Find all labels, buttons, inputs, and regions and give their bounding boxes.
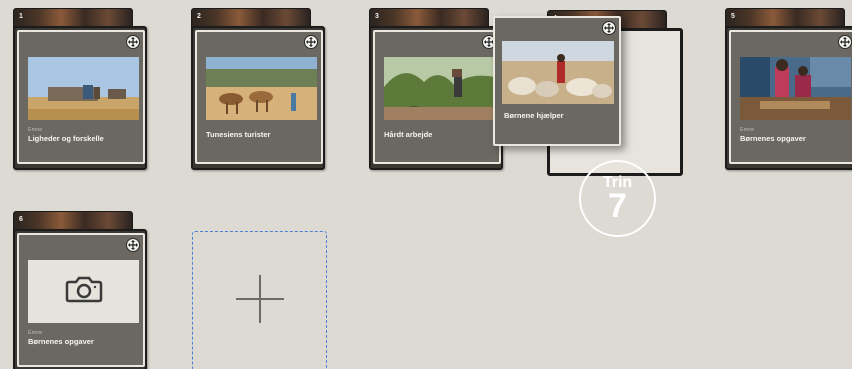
card-slot-6: 6 Emne Børnenes opgaver [13, 211, 149, 369]
card-image [502, 41, 614, 104]
card-kicker: Emne [28, 330, 43, 336]
card-kicker: Emne [28, 127, 43, 133]
card-title: Børnenes opgaver [740, 134, 806, 143]
add-photo-placeholder[interactable] [28, 260, 139, 323]
topic-card[interactable]: Tunesiens turister [195, 30, 323, 164]
card-title: Hårdt arbejde [384, 130, 433, 139]
card-image [384, 57, 495, 120]
move-icon[interactable] [304, 35, 318, 49]
move-icon[interactable] [602, 21, 616, 35]
slot-number: 6 [19, 216, 23, 223]
topic-card[interactable]: Emne Ligheder og forskelle [17, 30, 145, 164]
card-image [28, 57, 139, 120]
slot-number: 2 [197, 13, 201, 20]
move-icon[interactable] [126, 35, 140, 49]
slot-number: 5 [731, 13, 735, 20]
card-kicker: Emne [740, 127, 755, 133]
topic-card[interactable]: Hårdt arbejde [373, 30, 501, 164]
card-slot-3: 3 Hårdt arbejde [369, 8, 505, 170]
move-icon[interactable] [126, 238, 140, 252]
dragged-card[interactable]: Børnene hjælper [493, 16, 621, 146]
card-slot-2: 2 Tunesiens turister [191, 8, 327, 170]
card-slot-1: 1 Emne Ligheder og forskelle [13, 8, 149, 170]
step-badge: Trin 7 [579, 160, 656, 237]
card-image [740, 57, 851, 120]
card-title: Tunesiens turister [206, 130, 271, 139]
card-image [206, 57, 317, 120]
camera-icon [65, 275, 103, 308]
topic-card[interactable]: Emne Børnenes opgaver [729, 30, 852, 164]
card-slot-5: 5 Emne Børnenes opgaver [725, 8, 852, 170]
slot-number: 3 [375, 13, 379, 20]
card-title: Børnene hjælper [504, 111, 564, 120]
card-title: Børnenes opgaver [28, 337, 94, 346]
step-number: 7 [608, 186, 627, 225]
add-card-button[interactable] [192, 231, 327, 369]
slot-number: 1 [19, 13, 23, 20]
card-title: Ligheder og forskelle [28, 134, 104, 143]
move-icon[interactable] [838, 35, 852, 49]
plus-icon [234, 273, 286, 330]
topic-card[interactable]: Emne Børnenes opgaver [17, 233, 145, 367]
